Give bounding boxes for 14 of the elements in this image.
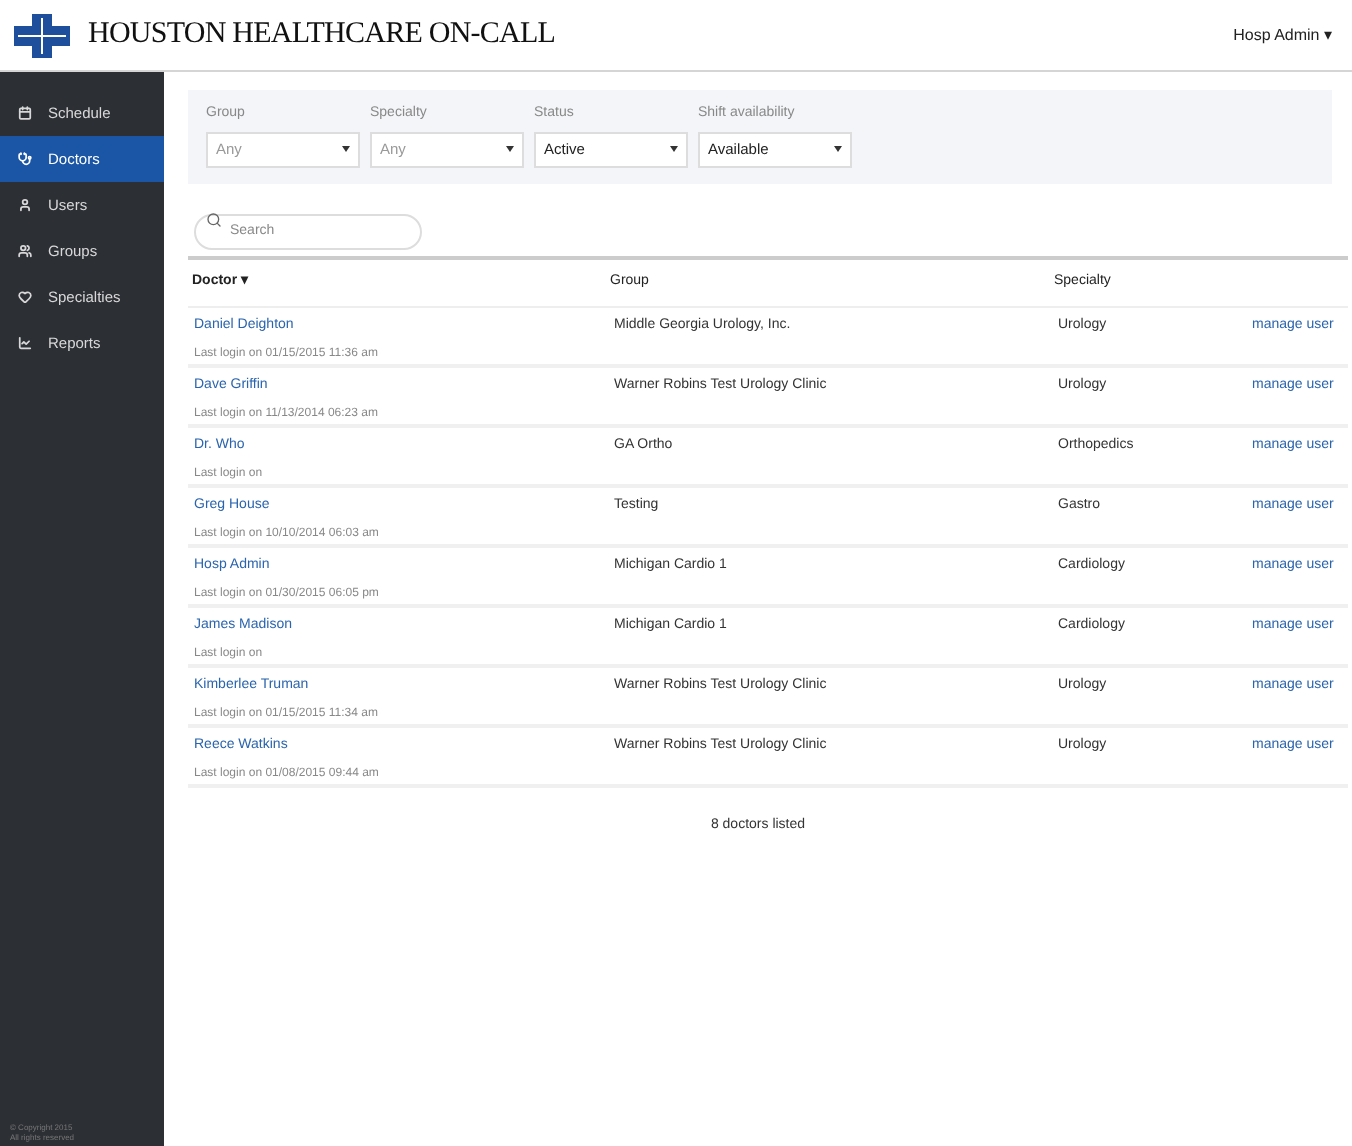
- caret-icon: [506, 146, 514, 152]
- caret-icon: [342, 146, 350, 152]
- calendar-icon: [18, 106, 32, 120]
- heart-icon: [18, 290, 32, 304]
- user-icon: [18, 198, 32, 212]
- caret-icon: [670, 146, 678, 152]
- caret-icon: [834, 146, 842, 152]
- cross-logo-icon: [14, 13, 70, 57]
- stethoscope-icon: [18, 152, 32, 166]
- search-icon: [206, 212, 222, 228]
- users-icon: [18, 244, 32, 258]
- brand-name: HOUSTON HEALTHCARE ON-CALL: [88, 16, 556, 55]
- line-chart-icon: [18, 336, 32, 350]
- user-menu[interactable]: Hosp Admin ▾: [1233, 23, 1332, 47]
